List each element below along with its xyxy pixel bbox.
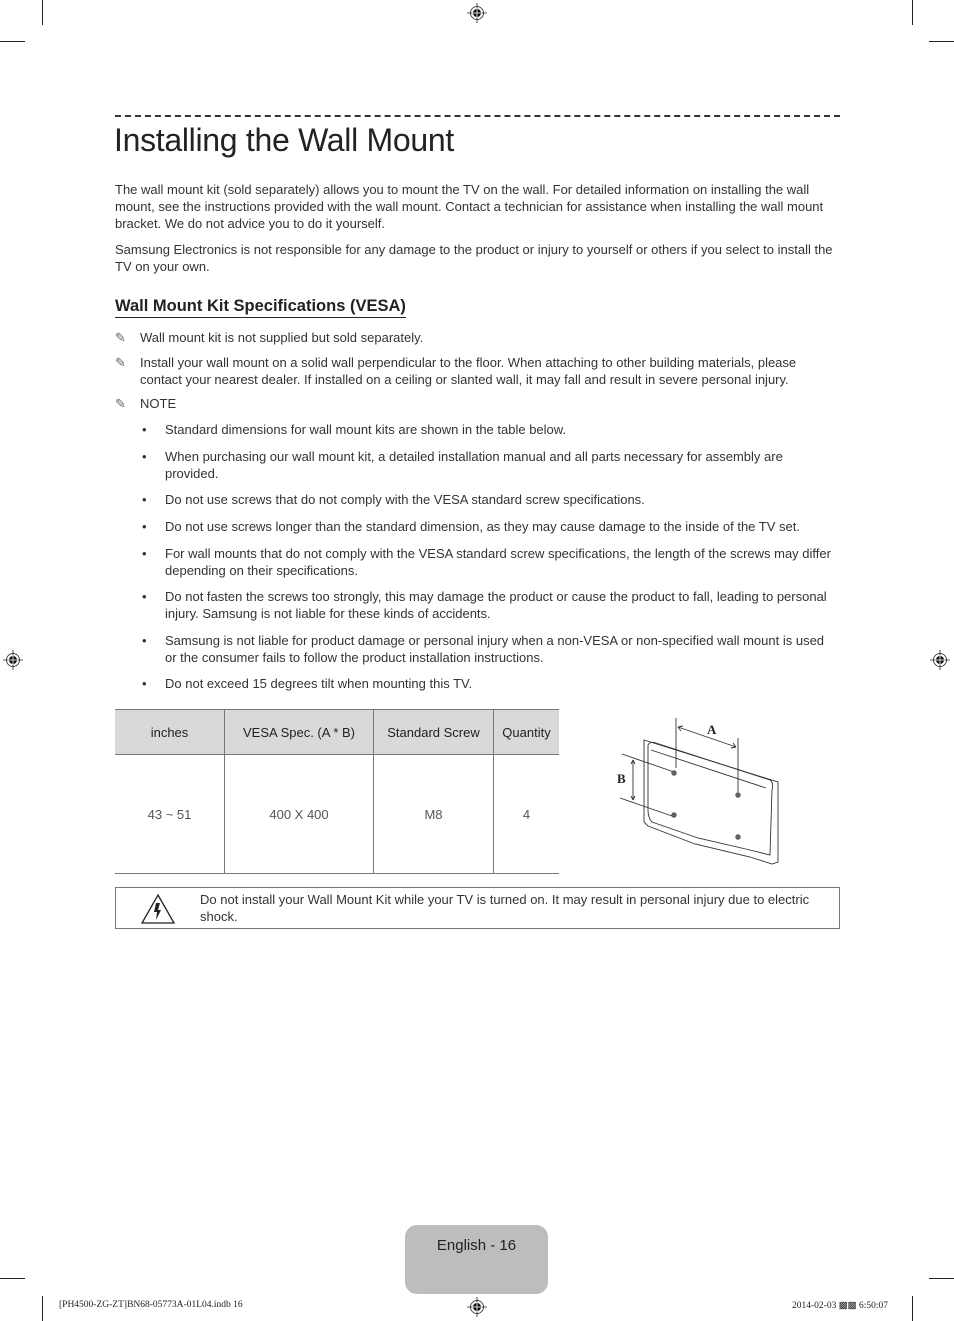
bullet-item: • For wall mounts that do not comply with… (140, 545, 835, 579)
column-header: Standard Screw (373, 709, 494, 755)
pencil-note-icon: ✎ (115, 330, 126, 345)
bullet-text: When purchasing our wall mount kit, a de… (165, 449, 783, 481)
note-text: Install your wall mount on a solid wall … (140, 355, 797, 387)
crop-mark (42, 1296, 43, 1321)
bullet-icon: • (142, 589, 147, 604)
bullet-item: • Standard dimensions for wall mount kits… (140, 421, 835, 438)
note-item: ✎ Wall mount kit is not supplied but sol… (115, 329, 840, 346)
bullet-item: • Do not fasten the screws too strongly, … (140, 588, 835, 622)
table-cell: M8 (373, 754, 494, 874)
crop-mark (929, 1278, 954, 1279)
crop-mark (0, 1278, 25, 1279)
pencil-note-icon: ✎ (115, 396, 126, 411)
print-timestamp: 2014-02-03 ▩▩ 6:50:07 (792, 1301, 889, 1311)
bullet-icon: • (142, 519, 147, 534)
registration-mark-icon (467, 3, 487, 23)
note-item: ✎ Install your wall mount on a solid wal… (115, 354, 840, 388)
note-item: ✎ NOTE (115, 395, 840, 412)
note-label: NOTE (140, 396, 177, 411)
table-cell: 4 (493, 754, 559, 874)
bullet-text: Do not use screws longer than the standa… (165, 519, 800, 534)
bullet-text: Do not fasten the screws too strongly, t… (165, 589, 827, 621)
section-heading: Wall Mount Kit Specifications (VESA) (115, 297, 406, 318)
bullet-item: • Samsung is not liable for product damag… (140, 632, 835, 666)
bullet-text: For wall mounts that do not comply with … (165, 546, 831, 578)
dimension-label-b: B (617, 771, 626, 786)
print-file-info: [PH4500-ZG-ZT]BN68-05773A-01L04.indb 16 (59, 1300, 243, 1310)
bullet-item: • Do not use screws that do not comply wi… (140, 491, 835, 508)
dimension-label-a: A (707, 722, 717, 737)
note-text: Wall mount kit is not supplied but sold … (140, 330, 424, 345)
crop-mark (42, 0, 43, 25)
page-number: English - 16 (436, 1237, 517, 1254)
bullet-icon: • (142, 546, 147, 561)
crop-mark (912, 0, 913, 25)
title-dashed-rule (115, 115, 840, 117)
column-header: inches (115, 709, 225, 755)
bullet-icon: • (142, 422, 147, 437)
registration-mark-icon (467, 1297, 487, 1317)
bullet-item: • Do not exceed 15 degrees tilt when moun… (140, 675, 835, 692)
registration-mark-icon (3, 650, 23, 670)
vesa-spec-table: inches VESA Spec. (A * B) Standard Screw… (115, 709, 559, 874)
crop-mark (912, 1296, 913, 1321)
bullet-icon: • (142, 676, 147, 691)
crop-mark (0, 41, 25, 42)
bullet-text: Do not use screws that do not comply wit… (165, 492, 645, 507)
page-title: Installing the Wall Mount (114, 122, 454, 158)
wall-mount-diagram: A B (617, 718, 779, 865)
bullet-icon: • (142, 633, 147, 648)
table-header-row: inches VESA Spec. (A * B) Standard Screw… (115, 709, 559, 755)
column-header: Quantity (493, 709, 559, 755)
bullet-text: Standard dimensions for wall mount kits … (165, 422, 567, 437)
table-cell: 400 X 400 (224, 754, 374, 874)
bullet-icon: • (142, 449, 147, 464)
intro-paragraph: The wall mount kit (sold separately) all… (115, 182, 824, 231)
pencil-note-icon: ✎ (115, 355, 126, 370)
disclaimer-paragraph: Samsung Electronics is not responsible f… (115, 242, 833, 274)
crop-mark (929, 41, 954, 42)
column-header: VESA Spec. (A * B) (224, 709, 374, 755)
bullet-icon: • (142, 492, 147, 507)
electric-shock-warning-icon (140, 893, 176, 924)
bullet-item: • Do not use screws longer than the stand… (140, 518, 835, 535)
page-number-tab: English - 16 (405, 1225, 548, 1294)
table-cell: 43 ~ 51 (115, 754, 225, 874)
warning-text: Do not install your Wall Mount Kit while… (200, 892, 810, 924)
bullet-item: • When purchasing our wall mount kit, a d… (140, 448, 835, 482)
registration-mark-icon (930, 650, 950, 670)
bullet-text: Samsung is not liable for product damage… (165, 633, 825, 665)
table-row: 43 ~ 51 400 X 400 M8 4 (115, 754, 559, 874)
warning-box: Do not install your Wall Mount Kit while… (115, 887, 840, 929)
bullet-text: Do not exceed 15 degrees tilt when mount… (165, 676, 473, 691)
